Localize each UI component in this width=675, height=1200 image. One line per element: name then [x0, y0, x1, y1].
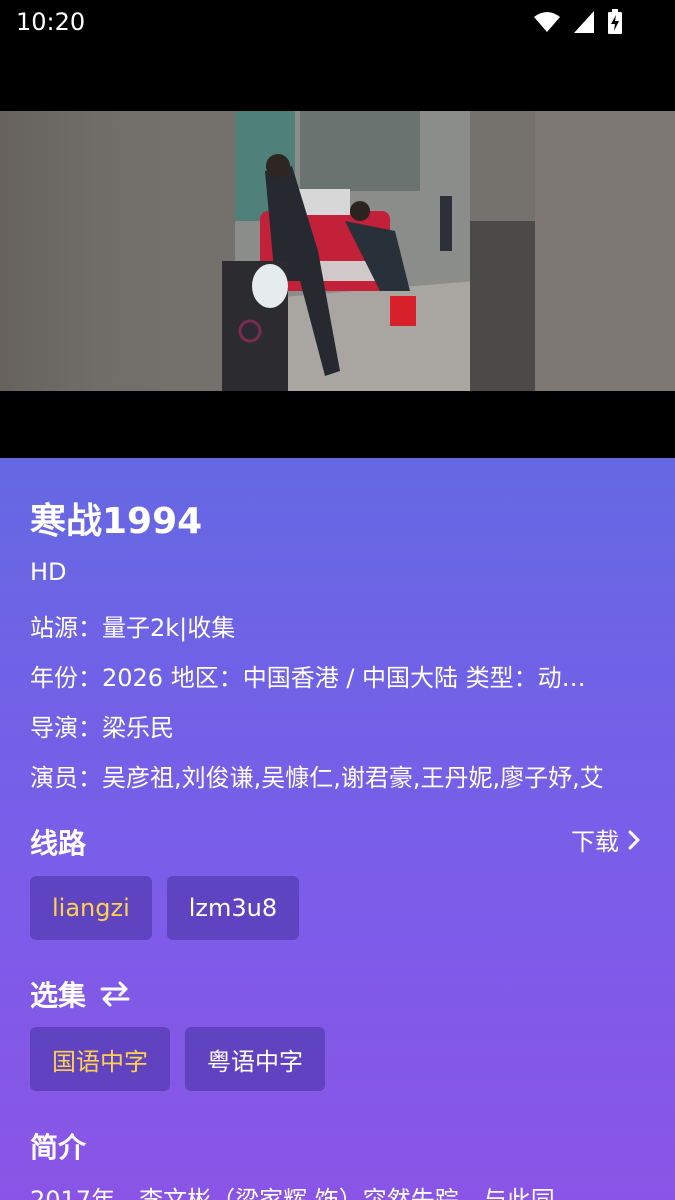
routes-title-text: 线路	[30, 827, 87, 860]
chevron-right-icon	[628, 830, 640, 849]
summary-text: 2017年，李文彬（梁家辉 饰）突然失踪，与此同	[30, 1186, 555, 1200]
source-line: 站源：⁣量子2k|收集	[30, 614, 236, 642]
meta-line: 年份：2026 地区：中国香港 / 中国大陆 类型：动…	[30, 664, 586, 692]
quality-label: HD	[30, 558, 67, 586]
status-time: 10:20	[16, 8, 86, 36]
cell-signal-icon	[574, 11, 594, 33]
route-chip-lzm3u8[interactable]: lzm3u8	[166, 876, 300, 940]
episode-chip-mandarin[interactable]: 国语中字	[30, 1027, 170, 1091]
swap-icon[interactable]	[98, 979, 132, 1009]
episodes-title: 选集	[30, 974, 132, 1014]
episode-chips: 国语中字 粤语中字	[30, 1027, 325, 1091]
video-frame[interactable]	[0, 111, 675, 391]
status-icons	[533, 9, 623, 35]
video-player[interactable]	[0, 46, 675, 458]
battery-icon	[608, 9, 622, 34]
routes-title: 线路	[30, 822, 86, 862]
movie-title: 寒战1994	[30, 501, 203, 542]
director-line: 导演：梁乐民	[30, 714, 174, 742]
summary-title: 简介	[30, 1126, 86, 1166]
video-still-image	[0, 111, 675, 391]
cast-line: 演员：吴彦祖,刘俊谦,吴慷仁,谢君豪,王丹妮,廖子妤,艾	[30, 764, 604, 792]
route-chip-liangzi[interactable]: liangzi	[30, 876, 152, 940]
status-bar: 10:20	[0, 0, 675, 46]
episode-chip-cantonese[interactable]: 粤语中字	[185, 1027, 325, 1091]
wifi-icon	[534, 12, 560, 32]
episodes-title-text: 选集	[30, 979, 87, 1012]
summary-title-text: 简介	[30, 1131, 87, 1164]
download-label: 下载	[571, 828, 619, 856]
details-panel: 寒战1994 HD 站源：⁣量子2k|收集 年份：2026 地区：中国香港 / …	[0, 458, 675, 1200]
route-chips: liangzi lzm3u8	[30, 876, 300, 940]
download-button[interactable]: 下载	[571, 822, 641, 857]
